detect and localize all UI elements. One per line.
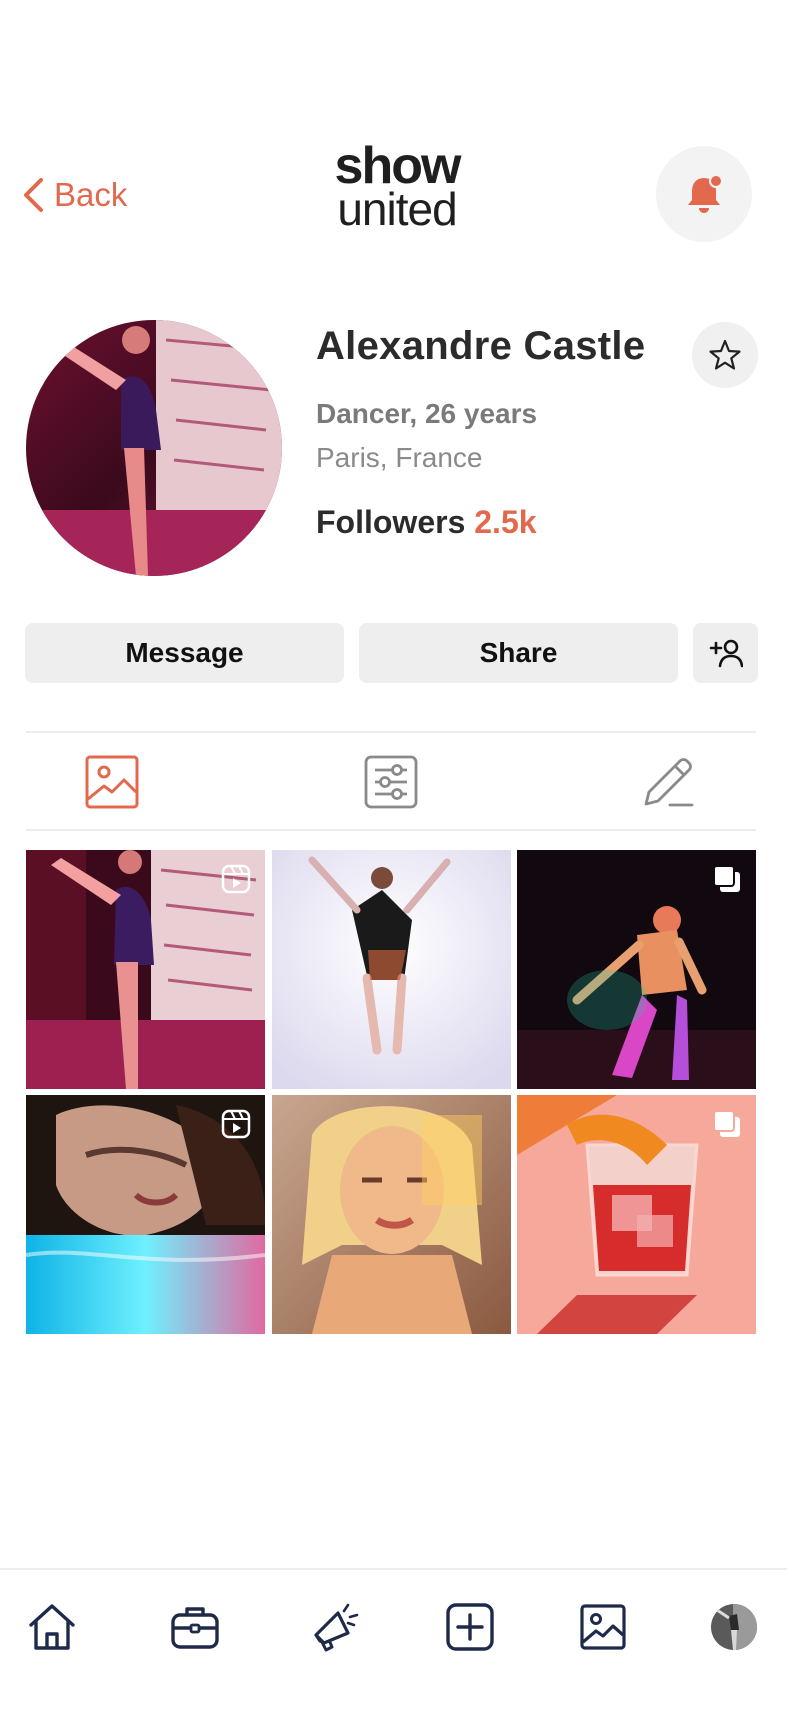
logo-line-2: united bbox=[337, 183, 457, 235]
briefcase-icon bbox=[171, 1607, 219, 1649]
divider-bottom bbox=[26, 829, 756, 831]
sliders-icon bbox=[364, 755, 418, 809]
grid-item-4[interactable] bbox=[26, 1095, 265, 1334]
reel-icon bbox=[221, 864, 251, 894]
favorite-button[interactable] bbox=[692, 322, 758, 388]
tab-photos[interactable] bbox=[82, 752, 142, 812]
followers-label: Followers bbox=[316, 504, 466, 540]
nav-create[interactable] bbox=[440, 1597, 500, 1657]
profile-avatar bbox=[711, 1604, 757, 1650]
bell-icon bbox=[688, 174, 723, 213]
add-user-button[interactable] bbox=[693, 623, 758, 683]
avatar-photo bbox=[26, 320, 282, 576]
nav-home[interactable] bbox=[22, 1597, 82, 1657]
megaphone-icon bbox=[314, 1603, 359, 1652]
post-photo bbox=[272, 850, 511, 1089]
nav-gallery[interactable] bbox=[573, 1597, 633, 1657]
message-button[interactable]: Message bbox=[25, 623, 344, 683]
add-user-icon bbox=[709, 639, 743, 668]
grid-item-1[interactable] bbox=[26, 850, 265, 1089]
notifications-button[interactable] bbox=[656, 146, 752, 242]
nav-jobs[interactable] bbox=[165, 1597, 225, 1657]
back-button[interactable]: Back bbox=[22, 170, 127, 220]
chevron-left-icon bbox=[24, 178, 43, 212]
profile-location: Paris, France bbox=[316, 442, 483, 473]
grid-item-6[interactable] bbox=[517, 1095, 756, 1334]
multiple-icon bbox=[713, 1110, 740, 1137]
home-icon bbox=[29, 1604, 75, 1650]
pencil-icon bbox=[644, 758, 694, 807]
image-icon bbox=[85, 755, 139, 809]
gallery-icon bbox=[580, 1604, 626, 1650]
back-label: Back bbox=[54, 176, 128, 213]
nav-announcements[interactable] bbox=[304, 1597, 364, 1657]
followers-count: 2.5k bbox=[474, 504, 537, 540]
app-logo: show united bbox=[322, 140, 472, 232]
profile-role: Dancer, 26 years bbox=[316, 398, 538, 429]
followers-stat: Followers 2.5k bbox=[316, 504, 537, 541]
post-photo bbox=[272, 1095, 511, 1334]
grid-item-3[interactable] bbox=[517, 850, 756, 1089]
reel-icon bbox=[221, 1109, 251, 1139]
bottom-nav-bar bbox=[0, 1568, 787, 1710]
grid-item-2[interactable] bbox=[272, 850, 511, 1089]
star-icon bbox=[709, 339, 741, 370]
share-button[interactable]: Share bbox=[359, 623, 678, 683]
multiple-icon bbox=[713, 865, 740, 892]
tab-settings[interactable] bbox=[361, 752, 421, 812]
add-icon bbox=[446, 1603, 494, 1651]
profile-avatar bbox=[26, 320, 282, 576]
profile-name: Alexandre Castle bbox=[316, 324, 646, 368]
tab-edit[interactable] bbox=[638, 752, 698, 812]
grid-item-5[interactable] bbox=[272, 1095, 511, 1334]
divider-top bbox=[26, 731, 756, 733]
nav-profile[interactable] bbox=[704, 1597, 764, 1657]
